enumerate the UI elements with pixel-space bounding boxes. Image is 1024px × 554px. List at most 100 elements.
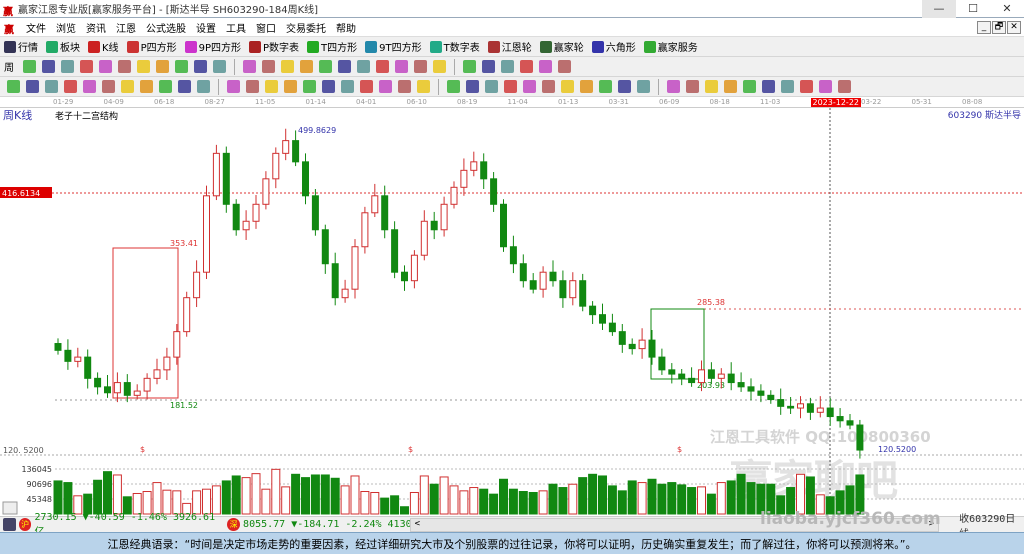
menu-item[interactable]: 窗口 bbox=[256, 20, 276, 35]
calculator-icon[interactable] bbox=[3, 518, 16, 531]
tool-icon[interactable] bbox=[637, 80, 650, 93]
mdi-close-button[interactable]: ✕ bbox=[1007, 20, 1021, 34]
toolbar-button[interactable]: 板块 bbox=[46, 39, 80, 54]
collapse-button[interactable] bbox=[2, 501, 18, 515]
tool-icon[interactable] bbox=[724, 80, 737, 93]
tool-icon[interactable] bbox=[284, 80, 297, 93]
menu-item[interactable]: 江恩 bbox=[116, 20, 136, 35]
tool-icon[interactable] bbox=[561, 80, 574, 93]
tool-icon[interactable] bbox=[599, 80, 612, 93]
minimize-button[interactable]: — bbox=[922, 0, 956, 18]
toolbar-button[interactable]: P数字表 bbox=[249, 39, 299, 54]
toolbar-button[interactable]: 9T四方形 bbox=[365, 39, 422, 54]
scroll-left-icon[interactable]: < bbox=[415, 519, 420, 531]
mdi-minimize-button[interactable]: _ bbox=[977, 20, 991, 34]
tool-icon[interactable] bbox=[686, 80, 699, 93]
tool-icon[interactable] bbox=[42, 60, 55, 73]
tool-icon[interactable] bbox=[83, 80, 96, 93]
menu-item[interactable]: 文件 bbox=[26, 20, 46, 35]
tool-icon[interactable] bbox=[213, 60, 226, 73]
tool-icon[interactable] bbox=[466, 80, 479, 93]
tool-icon[interactable] bbox=[194, 60, 207, 73]
toolbar-button[interactable]: 9P四方形 bbox=[184, 39, 241, 54]
tool-icon[interactable] bbox=[99, 60, 112, 73]
tool-icon[interactable] bbox=[156, 60, 169, 73]
tool-icon[interactable] bbox=[303, 80, 316, 93]
tool-icon[interactable] bbox=[482, 60, 495, 73]
tool-icon[interactable] bbox=[447, 80, 460, 93]
menu-item[interactable]: 交易委托 bbox=[286, 20, 326, 35]
tool-icon[interactable] bbox=[175, 60, 188, 73]
kline-chart[interactable]: 周K线 老子十二宫结构 603290 斯达半导 江恩工具软件 QQ:100800… bbox=[0, 108, 1024, 516]
toolbar-button[interactable]: 六角形 bbox=[591, 39, 636, 54]
toolbar-button[interactable]: P四方形 bbox=[126, 39, 177, 54]
tool-icon[interactable] bbox=[463, 60, 476, 73]
tool-icon[interactable] bbox=[197, 80, 210, 93]
period-select[interactable]: 周 bbox=[4, 59, 14, 74]
tool-icon[interactable] bbox=[121, 80, 134, 93]
tool-icon[interactable] bbox=[118, 60, 131, 73]
menu-item[interactable]: 帮助 bbox=[336, 20, 356, 35]
tool-icon[interactable] bbox=[137, 60, 150, 73]
tool-icon[interactable] bbox=[618, 80, 631, 93]
tool-icon[interactable] bbox=[667, 80, 680, 93]
toolbar-button[interactable]: 行情 bbox=[4, 39, 38, 54]
tool-icon[interactable] bbox=[322, 80, 335, 93]
tool-icon[interactable] bbox=[338, 60, 351, 73]
tool-icon[interactable] bbox=[80, 60, 93, 73]
tool-icon[interactable] bbox=[705, 80, 718, 93]
tool-icon[interactable] bbox=[357, 60, 370, 73]
tool-icon[interactable] bbox=[417, 80, 430, 93]
tool-icon[interactable] bbox=[360, 80, 373, 93]
tool-icon[interactable] bbox=[781, 80, 794, 93]
horizontal-scrollbar[interactable]: < > bbox=[409, 517, 940, 532]
tool-icon[interactable] bbox=[7, 80, 20, 93]
tool-icon[interactable] bbox=[558, 60, 571, 73]
toolbar-button[interactable]: 赢家轮 bbox=[539, 39, 584, 54]
tool-icon[interactable] bbox=[140, 80, 153, 93]
tool-icon[interactable] bbox=[45, 80, 58, 93]
tool-icon[interactable] bbox=[501, 60, 514, 73]
tool-icon[interactable] bbox=[262, 60, 275, 73]
tool-icon[interactable] bbox=[341, 80, 354, 93]
menu-item[interactable]: 浏览 bbox=[56, 20, 76, 35]
sz-index-quote[interactable]: 8055.77 ▼-184.71 -2.24% 4130.26 bbox=[243, 519, 410, 530]
scroll-right-icon[interactable]: > bbox=[929, 519, 934, 531]
close-button[interactable]: ✕ bbox=[990, 0, 1024, 18]
tool-icon[interactable] bbox=[542, 80, 555, 93]
toolbar-button[interactable]: T数字表 bbox=[429, 39, 480, 54]
tool-icon[interactable] bbox=[61, 60, 74, 73]
tool-icon[interactable] bbox=[414, 60, 427, 73]
menu-item[interactable]: 公式选股 bbox=[146, 20, 186, 35]
tool-icon[interactable] bbox=[246, 80, 259, 93]
tool-icon[interactable] bbox=[319, 60, 332, 73]
menu-item[interactable]: 资讯 bbox=[86, 20, 106, 35]
toolbar-button[interactable]: 江恩轮 bbox=[487, 39, 532, 54]
tool-icon[interactable] bbox=[504, 80, 517, 93]
tool-icon[interactable] bbox=[26, 80, 39, 93]
tool-icon[interactable] bbox=[376, 60, 389, 73]
tool-icon[interactable] bbox=[743, 80, 756, 93]
tool-icon[interactable] bbox=[300, 60, 313, 73]
tool-icon[interactable] bbox=[395, 60, 408, 73]
tool-icon[interactable] bbox=[102, 80, 115, 93]
tool-icon[interactable] bbox=[159, 80, 172, 93]
tool-icon[interactable] bbox=[178, 80, 191, 93]
tool-icon[interactable] bbox=[523, 80, 536, 93]
maximize-button[interactable]: ☐ bbox=[956, 0, 990, 18]
tool-icon[interactable] bbox=[580, 80, 593, 93]
mdi-restore-button[interactable]: 🗗 bbox=[992, 20, 1006, 34]
tool-icon[interactable] bbox=[243, 60, 256, 73]
menu-item[interactable]: 设置 bbox=[196, 20, 216, 35]
menu-item[interactable]: 工具 bbox=[226, 20, 246, 35]
tool-icon[interactable] bbox=[800, 80, 813, 93]
tool-icon[interactable] bbox=[281, 60, 294, 73]
tool-icon[interactable] bbox=[64, 80, 77, 93]
tool-icon[interactable] bbox=[23, 60, 36, 73]
toolbar-button[interactable]: 赢家服务 bbox=[643, 39, 698, 54]
tool-icon[interactable] bbox=[379, 80, 392, 93]
tool-icon[interactable] bbox=[819, 80, 832, 93]
tool-icon[interactable] bbox=[838, 80, 851, 93]
toolbar-button[interactable]: T四方形 bbox=[307, 39, 357, 54]
tool-icon[interactable] bbox=[433, 60, 446, 73]
